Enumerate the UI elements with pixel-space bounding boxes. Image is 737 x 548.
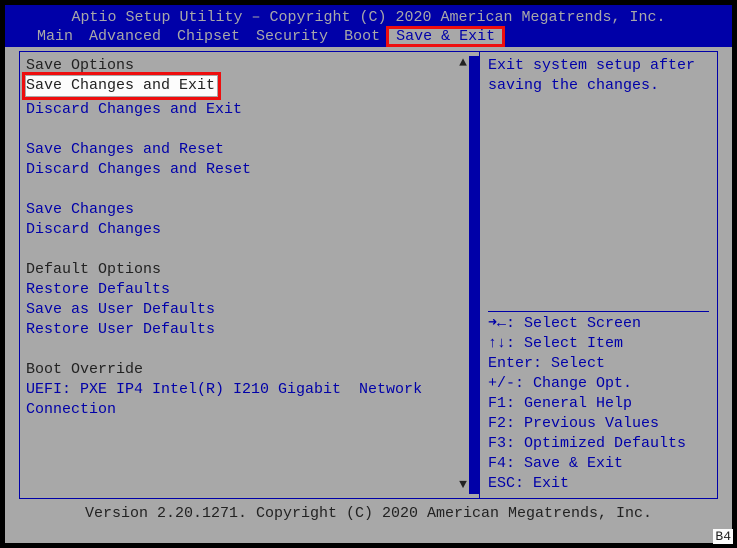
- option-discard-changes-reset[interactable]: Discard Changes and Reset: [26, 160, 473, 180]
- context-help: Exit system setup after saving the chang…: [488, 56, 709, 311]
- spacer: [26, 340, 473, 360]
- help-panel: Exit system setup after saving the chang…: [479, 51, 718, 499]
- app-title: Aptio Setup Utility – Copyright (C) 2020…: [5, 7, 732, 28]
- option-boot-override-2[interactable]: Connection: [26, 400, 473, 420]
- spacer: [26, 180, 473, 200]
- key-f1: F1: General Help: [488, 394, 709, 414]
- body: Save Options Save Changes and Exit Disca…: [5, 47, 732, 499]
- tab-security[interactable]: Security: [248, 28, 336, 45]
- bios-window: Aptio Setup Utility – Copyright (C) 2020…: [4, 4, 733, 544]
- option-save-changes-exit[interactable]: Save Changes and Exit: [26, 76, 217, 96]
- group-heading: Boot Override: [26, 360, 473, 380]
- key-select-item: ↑↓: Select Item: [488, 334, 709, 354]
- tab-advanced[interactable]: Advanced: [81, 28, 169, 45]
- group-heading: Default Options: [26, 260, 473, 280]
- key-f3: F3: Optimized Defaults: [488, 434, 709, 454]
- group-heading: Save Options: [26, 56, 473, 76]
- option-discard-changes[interactable]: Discard Changes: [26, 220, 473, 240]
- tab-boot[interactable]: Boot: [336, 28, 388, 45]
- key-enter: Enter: Select: [488, 354, 709, 374]
- corner-badge: B4: [713, 529, 733, 544]
- scroll-down-icon[interactable]: ▼: [457, 478, 469, 492]
- options-panel: Save Options Save Changes and Exit Disca…: [19, 51, 479, 499]
- key-esc: ESC: Exit: [488, 474, 709, 494]
- key-f2: F2: Previous Values: [488, 414, 709, 434]
- option-restore-defaults[interactable]: Restore Defaults: [26, 280, 473, 300]
- key-legend: ➜←: Select Screen ↑↓: Select Item Enter:…: [488, 311, 709, 494]
- scrollbar[interactable]: [469, 56, 479, 494]
- help-text: Exit system setup after: [488, 56, 709, 76]
- key-f4: F4: Save & Exit: [488, 454, 709, 474]
- key-select-screen: ➜←: Select Screen: [488, 314, 709, 334]
- tab-save-exit[interactable]: Save & Exit: [388, 28, 503, 45]
- key-change-opt: +/-: Change Opt.: [488, 374, 709, 394]
- option-save-changes[interactable]: Save Changes: [26, 200, 473, 220]
- option-save-changes-reset[interactable]: Save Changes and Reset: [26, 140, 473, 160]
- option-boot-override-1[interactable]: UEFI: PXE IP4 Intel(R) I210 Gigabit Netw…: [26, 380, 473, 400]
- spacer: [26, 120, 473, 140]
- option-restore-user-defaults[interactable]: Restore User Defaults: [26, 320, 473, 340]
- footer-version: Version 2.20.1271. Copyright (C) 2020 Am…: [5, 499, 732, 524]
- spacer: [26, 240, 473, 260]
- option-discard-changes-exit[interactable]: Discard Changes and Exit: [26, 100, 473, 120]
- tab-bar: Main Advanced Chipset Security Boot Save…: [5, 28, 732, 47]
- help-text: saving the changes.: [488, 76, 709, 96]
- option-save-user-defaults[interactable]: Save as User Defaults: [26, 300, 473, 320]
- scroll-up-icon[interactable]: ▲: [457, 56, 469, 70]
- tab-main[interactable]: Main: [29, 28, 81, 45]
- header-bar: Aptio Setup Utility – Copyright (C) 2020…: [5, 5, 732, 47]
- tab-chipset[interactable]: Chipset: [169, 28, 248, 45]
